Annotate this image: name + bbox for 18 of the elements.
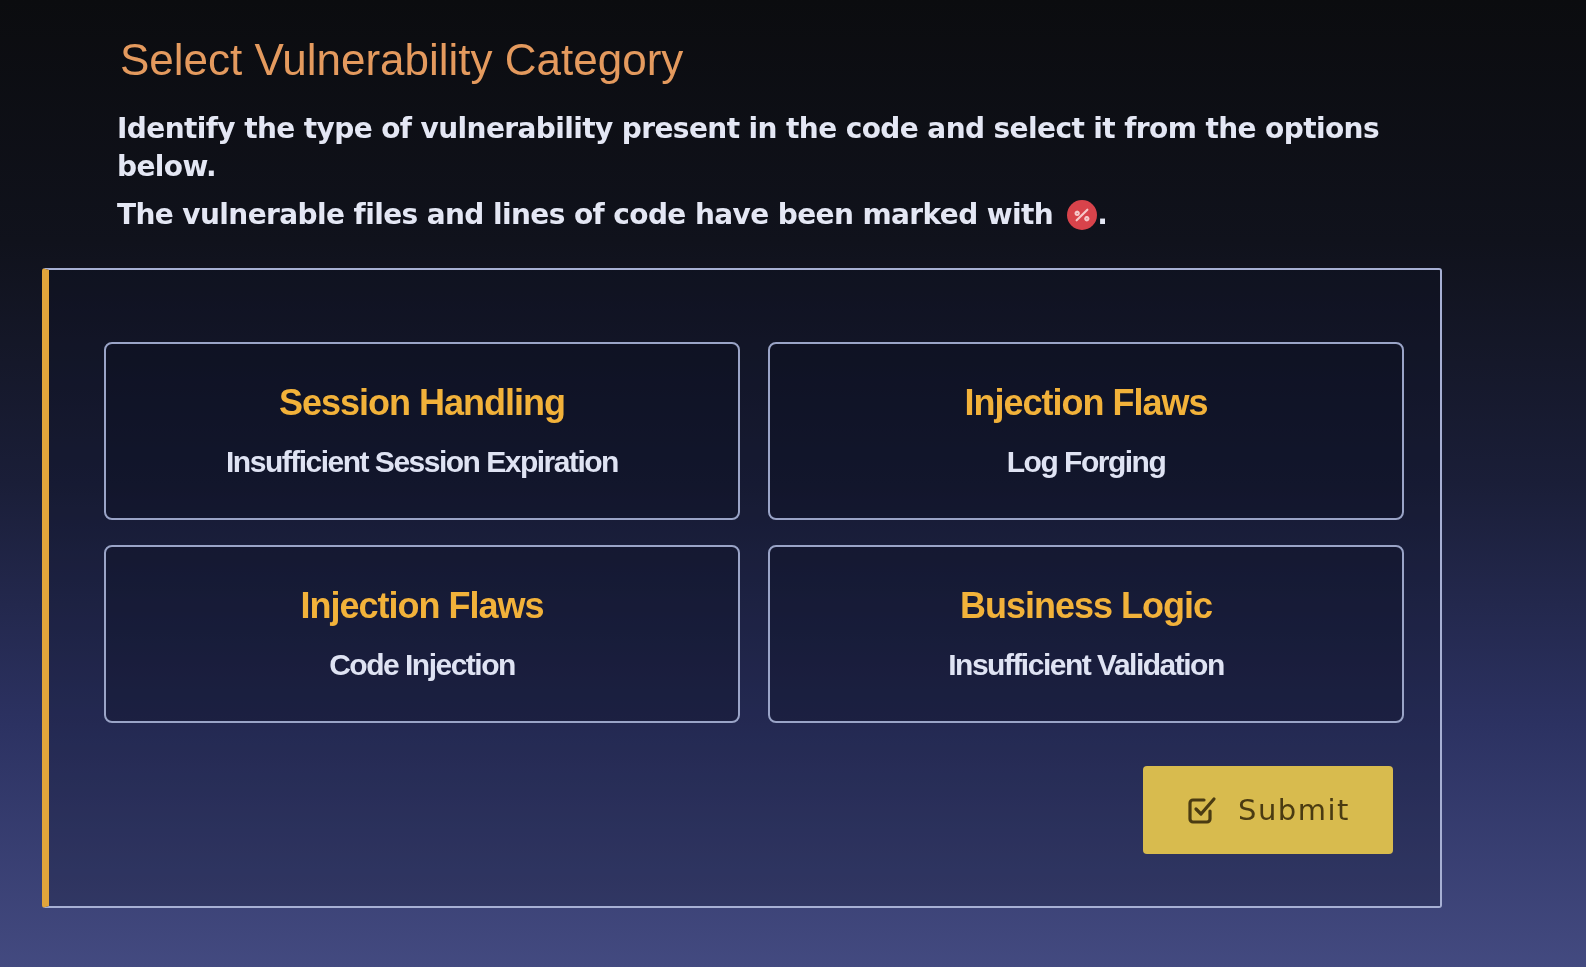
category-label: Injection Flaws (964, 383, 1208, 423)
category-label: Business Logic (959, 586, 1213, 626)
submit-button[interactable]: Submit (1143, 766, 1393, 854)
instructions-text: Identify the type of vulnerability present in the code and select it from the options below. (117, 111, 1380, 185)
vulnerability-label: Insufficient Session Expiration (226, 445, 618, 479)
option-card[interactable]: Injection Flaws Log Forging (768, 342, 1404, 520)
page-title: Select Vulnerability Category (120, 34, 684, 86)
marker-note-text: The vulnerable files and lines of code have been marked with (117, 197, 1054, 233)
option-card[interactable]: Session Handling Insufficient Session Expiration (104, 342, 740, 520)
vulnerability-label: Log Forging (1006, 445, 1166, 479)
period-text: . (1097, 197, 1108, 233)
category-label: Session Handling (278, 383, 565, 423)
option-card[interactable]: Business Logic Insufficient Validation (768, 545, 1404, 723)
percent-badge-icon (1067, 200, 1098, 230)
category-label: Injection Flaws (300, 586, 544, 626)
vulnerability-label: Code Injection (329, 648, 515, 682)
option-card[interactable]: Injection Flaws Code Injection (104, 545, 740, 723)
vulnerability-label: Insufficient Validation (948, 648, 1224, 682)
